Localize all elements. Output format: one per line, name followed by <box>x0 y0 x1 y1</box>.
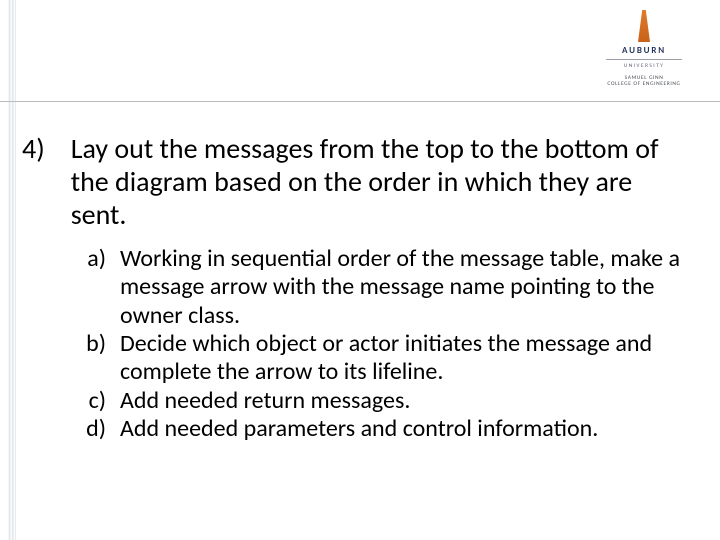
logo-wordmark: AUBURN <box>600 44 688 56</box>
step-number: 4) <box>22 132 53 165</box>
slide-header: AUBURN UNIVERSITY SAMUEL GINN COLLEGE OF… <box>0 0 720 102</box>
auburn-tower-icon <box>635 10 653 42</box>
substeps: a) Working in sequential order of the me… <box>22 245 692 443</box>
step-text: Lay out the messages from the top to the… <box>53 132 692 231</box>
substep-d: d) Add needed parameters and control inf… <box>82 415 692 443</box>
substep-c: c) Add needed return messages. <box>82 387 692 415</box>
substep-letter: a) <box>82 245 120 273</box>
auburn-logo: AUBURN UNIVERSITY SAMUEL GINN COLLEGE OF… <box>600 10 688 87</box>
slide-body: 4) Lay out the messages from the top to … <box>22 132 692 443</box>
substep-letter: c) <box>82 387 120 415</box>
substep-text: Decide which object or actor initiates t… <box>120 330 692 387</box>
substep-text: Working in sequential order of the messa… <box>120 245 692 330</box>
substep-letter: d) <box>82 415 120 443</box>
substep-text: Add needed return messages. <box>120 387 692 415</box>
substep-text: Add needed parameters and control inform… <box>120 415 692 443</box>
substep-b: b) Decide which object or actor initiate… <box>82 330 692 387</box>
substep-letter: b) <box>82 330 120 358</box>
substep-a: a) Working in sequential order of the me… <box>82 245 692 330</box>
step-4: 4) Lay out the messages from the top to … <box>22 132 692 231</box>
logo-university: UNIVERSITY <box>600 63 688 69</box>
logo-college-line2: COLLEGE OF ENGINEERING <box>600 81 688 87</box>
logo-divider <box>606 59 682 60</box>
